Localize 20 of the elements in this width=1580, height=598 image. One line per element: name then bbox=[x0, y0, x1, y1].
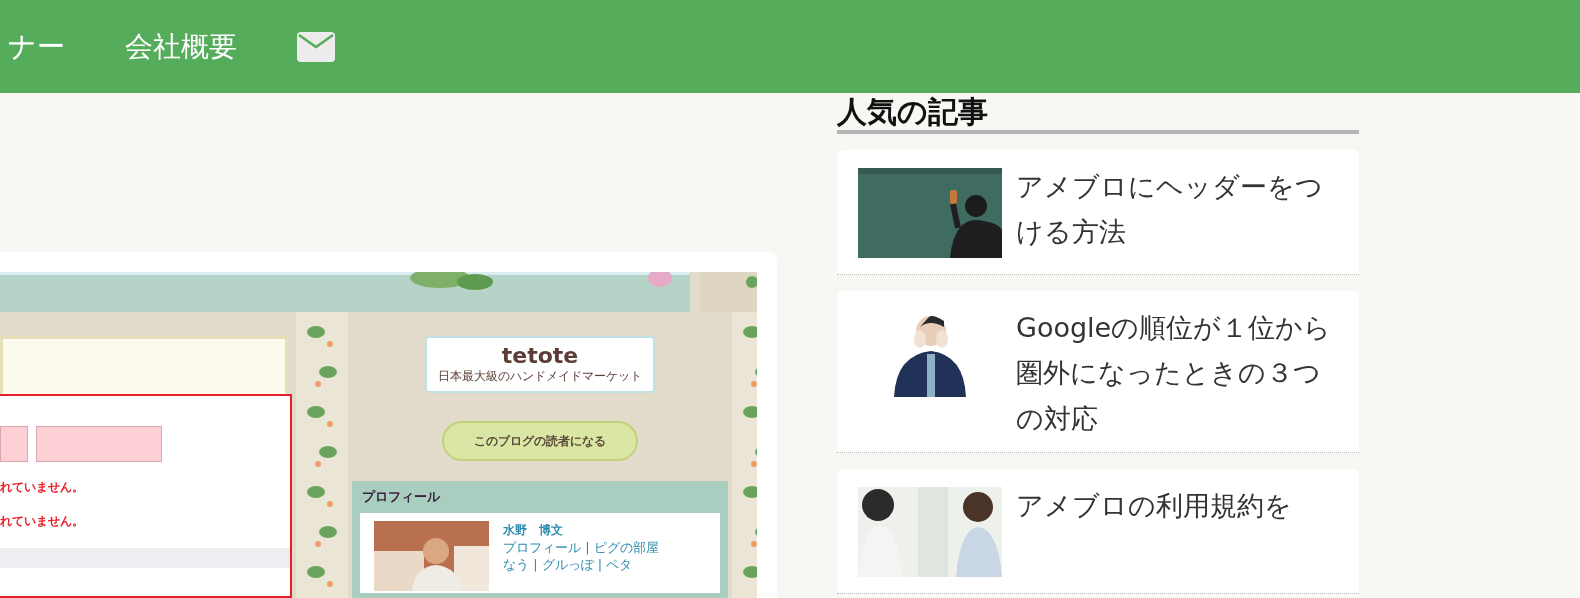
article-title: アメブロの利用規約を bbox=[1016, 490, 1292, 522]
reader-button[interactable]: このブログの読者になる bbox=[442, 421, 638, 461]
article-title: Googleの順位が１位から圏外になったときの３つの対応 bbox=[1016, 311, 1332, 435]
profile-name: 水野 博文 bbox=[503, 521, 564, 539]
mail-icon[interactable] bbox=[297, 31, 335, 62]
logo-text: tetote bbox=[501, 344, 579, 367]
profile-links[interactable]: なう | グルっぽ | ペタ bbox=[503, 556, 659, 574]
logo-panel[interactable]: tetote 日本最大級のハンドメイドマーケット bbox=[425, 336, 655, 393]
article-title: アメブロにヘッダーをつける方法 bbox=[1016, 170, 1323, 248]
profile-links[interactable]: プロフィール | ピグの部屋 bbox=[503, 538, 659, 557]
input-field[interactable] bbox=[0, 426, 28, 462]
logo-tagline: 日本最大級のハンドメイドマーケット bbox=[438, 367, 642, 385]
input-field[interactable] bbox=[36, 426, 162, 462]
profile-title: プロフィール bbox=[361, 488, 441, 506]
section-heading: 人気の記事 bbox=[837, 95, 1359, 134]
article-card[interactable]: Googleの順位が１位から圏外になったときの３つの対応 bbox=[837, 290, 1359, 454]
article-card[interactable]: アメブロの利用規約を bbox=[837, 469, 1359, 595]
error-message: れていません。 bbox=[0, 479, 85, 496]
article-card[interactable]: アメブロにヘッダーをつける方法 bbox=[837, 149, 1359, 275]
error-message: れていません。 bbox=[0, 513, 85, 530]
